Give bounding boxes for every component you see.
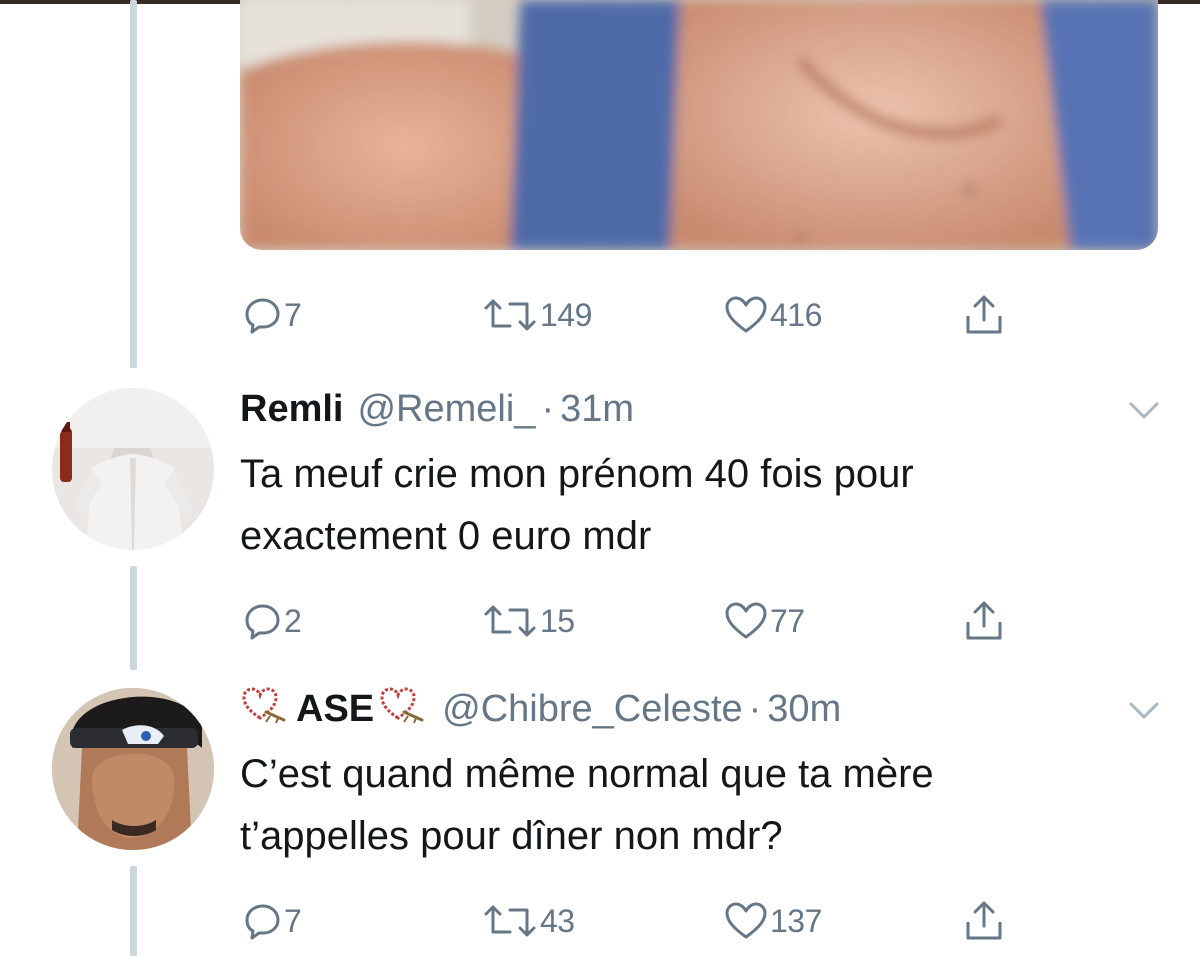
share-icon bbox=[964, 600, 1004, 642]
timestamp[interactable]: 31m bbox=[560, 388, 634, 431]
retweet-count: 15 bbox=[540, 602, 575, 639]
chevron-down-icon[interactable] bbox=[1128, 400, 1160, 422]
reply-button[interactable]: 7 bbox=[244, 290, 302, 340]
separator-dot: · bbox=[748, 687, 762, 730]
thread-line bbox=[130, 866, 137, 956]
tweet-header: Remli @Remeli_ · 31m bbox=[240, 384, 634, 434]
retweet-button[interactable]: 149 bbox=[482, 290, 592, 340]
like-count: 137 bbox=[770, 902, 822, 939]
reply-count: 7 bbox=[284, 296, 302, 333]
chevron-down-icon[interactable] bbox=[1128, 700, 1160, 722]
like-button[interactable]: 137 bbox=[724, 896, 822, 946]
reply-count: 2 bbox=[284, 602, 302, 639]
share-button[interactable] bbox=[964, 896, 1004, 946]
reply-icon bbox=[244, 902, 282, 940]
reply-icon bbox=[244, 602, 282, 640]
display-name[interactable]: Remli bbox=[240, 388, 343, 431]
tweet-header: ASE @Chibre_Celeste · 30m bbox=[240, 684, 841, 734]
retweet-icon bbox=[482, 902, 538, 940]
user-handle[interactable]: @Chibre_Celeste bbox=[442, 688, 743, 731]
thread-line bbox=[130, 566, 137, 670]
separator-dot: · bbox=[541, 387, 555, 430]
tweet-actions: 2 15 77 bbox=[240, 596, 1040, 646]
heart-emoji-icon bbox=[378, 684, 428, 734]
tweet-text-line: exactement 0 euro mdr bbox=[240, 514, 652, 558]
like-button[interactable]: 416 bbox=[724, 290, 822, 340]
tweet-text: Ta meuf crie mon prénom 40 fois pour exa… bbox=[240, 443, 1120, 567]
retweet-button[interactable]: 15 bbox=[482, 596, 575, 646]
avatar[interactable] bbox=[52, 688, 214, 850]
share-button[interactable] bbox=[964, 596, 1004, 646]
heart-icon bbox=[724, 296, 768, 334]
like-button[interactable]: 77 bbox=[724, 596, 805, 646]
heart-emoji-icon bbox=[240, 684, 290, 734]
retweet-icon bbox=[482, 602, 538, 640]
tweet-text-line: t’appelles pour dîner non mdr? bbox=[240, 814, 783, 858]
thread-line bbox=[130, 0, 137, 368]
share-button[interactable] bbox=[964, 290, 1004, 340]
retweet-count: 43 bbox=[540, 902, 575, 939]
tweet-media-image[interactable] bbox=[240, 0, 1158, 250]
retweet-count: 149 bbox=[540, 296, 592, 333]
timestamp[interactable]: 30m bbox=[767, 688, 841, 731]
share-icon bbox=[964, 294, 1004, 336]
reply-button[interactable]: 2 bbox=[244, 596, 302, 646]
tweet-text: C’est quand même normal que ta mère t’ap… bbox=[240, 743, 1120, 867]
user-handle[interactable]: @Remeli_ bbox=[357, 388, 535, 431]
share-icon bbox=[964, 900, 1004, 942]
heart-icon bbox=[724, 902, 768, 940]
retweet-icon bbox=[482, 296, 538, 334]
retweet-button[interactable]: 43 bbox=[482, 896, 575, 946]
tweet-actions: 7 43 137 bbox=[240, 896, 1040, 946]
tweet-text-line: C’est quand même normal que ta mère bbox=[240, 752, 934, 796]
like-count: 77 bbox=[770, 602, 805, 639]
avatar[interactable] bbox=[52, 388, 214, 550]
reply-button[interactable]: 7 bbox=[244, 896, 302, 946]
tweet-text-line: Ta meuf crie mon prénom 40 fois pour bbox=[240, 452, 914, 496]
like-count: 416 bbox=[770, 296, 822, 333]
heart-icon bbox=[724, 602, 768, 640]
tweet-actions: 7 149 416 bbox=[240, 290, 1040, 340]
reply-icon bbox=[244, 296, 282, 334]
reply-count: 7 bbox=[284, 902, 302, 939]
display-name[interactable]: ASE bbox=[296, 688, 374, 731]
